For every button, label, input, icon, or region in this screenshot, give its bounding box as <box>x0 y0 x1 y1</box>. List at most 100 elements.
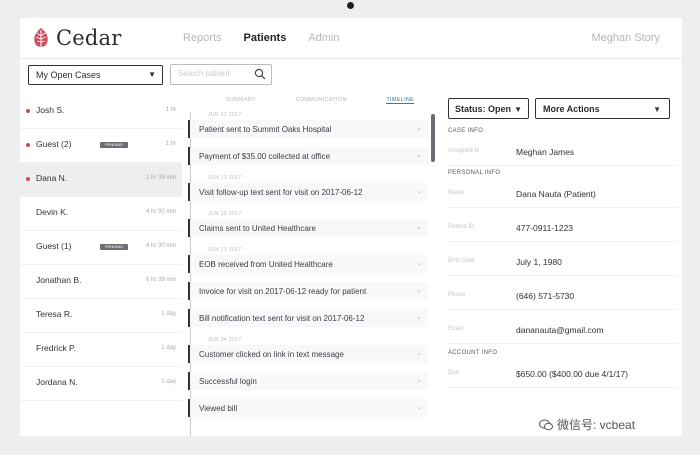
timeline-event[interactable]: Invoice for visit on 2017-06-12 ready fo… <box>188 282 428 300</box>
field-value: July 1, 1980 <box>516 257 562 267</box>
status-badge: PENDING <box>100 244 128 250</box>
nav-admin[interactable]: Admin <box>308 32 339 44</box>
status-value: Status: Open <box>455 104 512 114</box>
field-divider <box>448 241 678 242</box>
timeline-event-text: Customer clicked on link in text message <box>199 350 344 359</box>
field-label: Name <box>448 190 465 196</box>
patient-row[interactable]: Guest (2) PENDING 1 hr <box>20 129 182 163</box>
more-actions-select[interactable]: More Actions ▼ <box>535 98 670 119</box>
expand-chevron-icon[interactable]: ⌄ <box>416 124 422 132</box>
wechat-icon <box>539 419 553 430</box>
patient-name: Dana N. <box>36 173 68 183</box>
patient-wait-time: 4 hr 30 min <box>145 209 176 215</box>
unread-dot-icon <box>26 177 30 181</box>
timeline-date: JUN 12 2017 <box>208 112 242 118</box>
timeline-event-text: Patient sent to Summit Oaks Hospital <box>199 125 332 134</box>
patient-wait-time: 1 day <box>161 379 176 385</box>
timeline-event-text: Viewed bill <box>199 404 238 413</box>
patient-list: Josh S. 1 hr Guest (2) PENDING 1 hr Dana N. 2 … <box>20 95 182 401</box>
field-label: Due <box>448 370 460 376</box>
tab-timeline[interactable]: TIMELINE <box>386 97 415 104</box>
patient-wait-time: 1 hr <box>165 107 176 113</box>
info-field: Patient ID 477-0911-1223 <box>448 218 678 240</box>
field-divider <box>448 309 678 310</box>
info-field: Birth Date July 1, 1980 <box>448 252 678 274</box>
timeline-event-text: Bill notification text sent for visit on… <box>199 314 365 323</box>
field-value: $650.00 ($400.00 due 4/1/17) <box>516 369 629 379</box>
patient-row[interactable]: Jordana N. 1 day <box>20 367 182 401</box>
timeline-feed: JUN 12 2017 Patient sent to Summit Oaks H… <box>188 112 438 436</box>
patient-row[interactable]: Teresa R. 1 day <box>20 299 182 333</box>
status-select[interactable]: Status: Open ▼ <box>448 98 529 119</box>
info-field: Email dananauta@gmail.com <box>448 320 678 342</box>
field-value: Dana Nauta (Patient) <box>516 189 596 199</box>
unread-dot-icon <box>26 143 30 147</box>
section-heading: ACCOUNT INFO <box>448 350 498 356</box>
unread-dot-icon <box>26 109 30 113</box>
timeline-event[interactable]: Visit follow-up text sent for visit on 2… <box>188 183 428 201</box>
field-label: Email <box>448 326 464 332</box>
section-heading: CASE INFO <box>448 128 484 134</box>
expand-chevron-icon[interactable]: ⌄ <box>416 313 422 321</box>
expand-chevron-icon[interactable]: ⌄ <box>416 259 422 267</box>
patient-row[interactable]: Devin K. 4 hr 30 min <box>20 197 182 231</box>
patient-row[interactable]: Guest (1) PENDING 4 hr 30 min <box>20 231 182 265</box>
field-value: (646) 571-5730 <box>516 291 575 301</box>
timeline-scrollbar[interactable] <box>431 114 435 162</box>
timeline-event[interactable]: Successful login ⌄ <box>188 372 428 390</box>
field-divider <box>448 343 678 344</box>
watermark-text: 微信号: vcbeat <box>557 418 636 432</box>
patient-name: Jordana N. <box>36 377 78 387</box>
patient-row[interactable]: Jonathan B. 6 hr 39 min <box>20 265 182 299</box>
timeline-event[interactable]: Payment of $35.00 collected at office ⌄ <box>188 147 428 165</box>
nav-patients[interactable]: Patients <box>244 32 287 44</box>
timeline-event-text: EOB received from United Healthcare <box>199 260 333 269</box>
top-header: Cedar Reports Patients Admin Meghan Stor… <box>20 18 682 59</box>
timeline-event[interactable]: Bill notification text sent for visit on… <box>188 309 428 327</box>
timeline-event[interactable]: Customer clicked on link in text message… <box>188 345 428 363</box>
patient-row[interactable]: Fredrick P. 1 day <box>20 333 182 367</box>
case-filter-select[interactable]: My Open Cases ▼ <box>28 65 163 85</box>
cedar-logo[interactable]: Cedar <box>32 26 122 50</box>
patient-row[interactable]: Dana N. 2 hr 39 min <box>20 163 182 197</box>
patient-wait-time: 4 hr 30 min <box>145 243 176 249</box>
timeline-event-text: Invoice for visit on 2017-06-12 ready fo… <box>199 287 367 296</box>
chevron-down-icon: ▼ <box>514 105 522 114</box>
field-label: Phone <box>448 292 466 298</box>
app-name: Cedar <box>56 26 122 50</box>
timeline-event[interactable]: Viewed bill ⌄ <box>188 399 428 417</box>
search-icon[interactable] <box>254 68 266 80</box>
chevron-down-icon: ▼ <box>653 105 661 114</box>
timeline-event[interactable]: Claims sent to United Healthcare ⌄ <box>188 219 428 237</box>
patient-name: Devin K. <box>36 207 69 217</box>
search-input[interactable]: Search patient <box>170 64 272 85</box>
field-value: 477-0911-1223 <box>516 223 574 233</box>
expand-chevron-icon[interactable]: ⌄ <box>416 286 422 294</box>
patient-wait-time: 2 hr 39 min <box>145 175 176 181</box>
patient-wait-time: 6 hr 39 min <box>145 277 176 283</box>
user-menu[interactable]: Meghan Story <box>592 32 660 44</box>
expand-chevron-icon[interactable]: ⌄ <box>416 403 422 411</box>
timeline-event[interactable]: EOB received from United Healthcare ⌄ <box>188 255 428 273</box>
more-actions-label: More Actions <box>543 104 600 114</box>
info-field: Due $650.00 ($400.00 due 4/1/17) <box>448 364 678 386</box>
expand-chevron-icon[interactable]: ⌄ <box>416 187 422 195</box>
field-label: Birth Date <box>448 258 475 264</box>
patient-name: Jonathan B. <box>36 275 82 285</box>
patient-name: Guest (2) <box>36 139 72 149</box>
tab-communication[interactable]: COMMUNICATION <box>296 97 347 104</box>
expand-chevron-icon[interactable]: ⌄ <box>416 376 422 384</box>
tab-summary[interactable]: SUMMARY <box>226 97 256 104</box>
app-window: Cedar Reports Patients Admin Meghan Stor… <box>20 18 682 436</box>
field-divider <box>448 387 678 388</box>
watermark: 微信号: vcbeat <box>535 415 640 434</box>
nav-reports[interactable]: Reports <box>183 32 222 44</box>
expand-chevron-icon[interactable]: ⌄ <box>416 223 422 231</box>
patient-name: Fredrick P. <box>36 343 76 353</box>
patient-wait-time: 1 hr <box>165 141 176 147</box>
patient-name: Josh S. <box>36 105 65 115</box>
timeline-event[interactable]: Patient sent to Summit Oaks Hospital ⌄ <box>188 120 428 138</box>
patient-row[interactable]: Josh S. 1 hr <box>20 95 182 129</box>
expand-chevron-icon[interactable]: ⌄ <box>416 349 422 357</box>
expand-chevron-icon[interactable]: ⌄ <box>416 151 422 159</box>
